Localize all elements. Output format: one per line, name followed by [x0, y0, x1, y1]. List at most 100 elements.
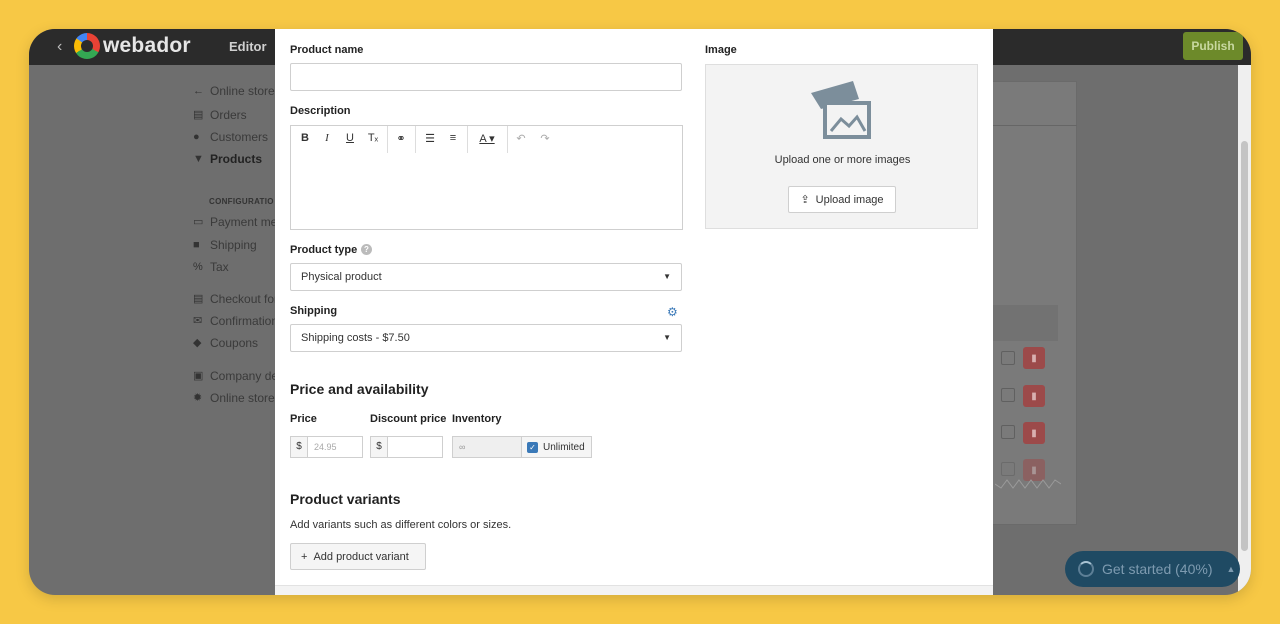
caret-up-icon: ▲ — [1226, 564, 1236, 574]
copy-icon[interactable] — [1001, 425, 1015, 439]
trash-icon[interactable]: ▮ — [1023, 422, 1045, 444]
caret-down-icon: ▼ — [663, 333, 671, 342]
description-editor[interactable] — [290, 153, 683, 230]
scrollbar-thumb[interactable] — [1241, 141, 1248, 551]
shipping-select[interactable]: Shipping costs - $7.50 ▼ — [290, 324, 682, 352]
price-input[interactable]: 24.95 — [308, 436, 363, 458]
discount-price-label: Discount price — [370, 413, 447, 425]
webador-logo-icon — [74, 33, 100, 59]
price-currency: $ — [290, 436, 308, 458]
caret-down-icon: ▼ — [663, 272, 671, 281]
percent-icon: % — [193, 260, 203, 273]
add-product-variant-button[interactable]: + Add product variant — [290, 543, 426, 570]
copy-icon[interactable] — [1001, 351, 1015, 365]
redo-icon[interactable]: ↷ — [537, 132, 553, 145]
arrow-left-icon: ← — [193, 84, 204, 97]
product-type-select[interactable]: Physical product ▼ — [290, 263, 682, 291]
sidebar-item-tax[interactable]: % Tax — [193, 260, 229, 274]
copy-icon[interactable] — [1001, 388, 1015, 402]
background-panel-divider — [992, 125, 1077, 126]
mail-icon: ✉ — [193, 314, 203, 327]
document-icon: ▤ — [193, 292, 204, 305]
sidebar-item-label: Company de — [210, 369, 279, 383]
sidebar-item-label: Online store — [210, 84, 275, 98]
shipping-value: Shipping costs - $7.50 — [301, 332, 410, 344]
product-type-label: Product type — [290, 244, 358, 256]
variants-description: Add variants such as different colors or… — [290, 519, 512, 531]
chevron-left-icon[interactable]: ‹ — [57, 38, 62, 56]
sidebar-config-heading: CONFIGURATIO — [209, 197, 274, 206]
card-icon: ▭ — [193, 215, 204, 228]
discount-price-input[interactable] — [388, 436, 443, 458]
sidebar-item-customers[interactable]: ● Customers — [193, 130, 268, 144]
id-card-icon: ▣ — [193, 369, 204, 382]
product-name-input[interactable] — [290, 63, 682, 91]
sidebar-item-coupons[interactable]: ◆ Coupons — [193, 336, 258, 350]
image-placeholder-icon — [811, 81, 871, 139]
sidebar-item-label: Products — [210, 152, 263, 166]
upload-hint: Upload one or more images — [774, 154, 911, 166]
shipping-label: Shipping — [290, 305, 338, 317]
list-cutoff-zigzag — [995, 479, 1061, 489]
gear-icon: ✹ — [193, 391, 203, 404]
unlimited-label: Unlimited — [543, 441, 585, 453]
modal-footer — [275, 585, 993, 595]
sidebar-item-shipping[interactable]: ■ Shipping — [193, 238, 257, 252]
trash-icon[interactable]: ▮ — [1023, 459, 1045, 481]
bold-icon[interactable]: B — [297, 132, 313, 144]
discount-currency: $ — [370, 436, 388, 458]
tag-icon: ◆ — [193, 336, 202, 349]
variants-section-title: Product variants — [290, 491, 401, 507]
toolbar-divider — [507, 126, 508, 154]
publish-button[interactable]: Publish — [1183, 32, 1243, 60]
product-editor-modal: Product name Description B I U Tₓ ⚭ ☰ ≡ … — [275, 29, 993, 595]
sidebar-item-label: Orders — [210, 108, 247, 122]
help-icon[interactable]: ? — [361, 244, 372, 255]
sidebar-item-checkout-form[interactable]: ▤ Checkout for — [193, 292, 278, 306]
sidebar-item-label: Confirmation — [210, 314, 279, 328]
sidebar-item-online-store[interactable]: ← Online store — [193, 84, 275, 98]
trash-icon[interactable]: ▮ — [1023, 385, 1045, 407]
sidebar-item-online-store-settings[interactable]: ✹ Online store — [193, 391, 275, 405]
document-icon: ▤ — [193, 108, 204, 121]
toolbar-divider — [387, 126, 388, 154]
sidebar-item-payment-methods[interactable]: ▭ Payment met — [193, 215, 281, 229]
description-label: Description — [290, 105, 351, 117]
gear-icon[interactable]: ⚙ — [667, 305, 678, 319]
inventory-input[interactable]: ∞ — [452, 436, 522, 458]
sidebar-item-products[interactable]: ▼ Products — [193, 152, 262, 166]
inventory-label: Inventory — [452, 413, 502, 425]
bullet-list-icon[interactable]: ☰ — [422, 132, 438, 145]
copy-icon[interactable] — [1001, 462, 1015, 476]
truck-icon: ■ — [193, 238, 200, 251]
get-started-button[interactable]: Get started (40%) ▲ — [1065, 551, 1240, 587]
upload-image-button[interactable]: ⇪ Upload image — [788, 186, 896, 213]
plus-icon: + — [301, 550, 308, 563]
image-dropzone[interactable]: Upload one or more images ⇪ Upload image — [705, 64, 978, 229]
clear-format-icon[interactable]: Tₓ — [365, 132, 381, 144]
background-table-header — [992, 305, 1058, 341]
sidebar-item-company-details[interactable]: ▣ Company de — [193, 369, 278, 383]
toolbar-divider — [415, 126, 416, 154]
sidebar-item-label: Shipping — [210, 238, 257, 252]
numbered-list-icon[interactable]: ≡ — [445, 132, 461, 144]
rich-text-toolbar: B I U Tₓ ⚭ ☰ ≡ A ▾ ↶ ↷ — [290, 125, 683, 154]
underline-icon[interactable]: U — [342, 132, 358, 144]
unlimited-toggle[interactable]: ✓ Unlimited — [521, 436, 592, 458]
sidebar-item-confirmation[interactable]: ✉ Confirmation — [193, 314, 278, 328]
upload-icon: ⇪ — [800, 194, 810, 206]
sidebar-item-label: Customers — [210, 130, 269, 144]
sidebar-item-label: Tax — [210, 260, 229, 274]
link-icon[interactable]: ⚭ — [393, 132, 409, 145]
text-color-icon[interactable]: A ▾ — [473, 132, 501, 145]
trash-icon[interactable]: ▮ — [1023, 347, 1045, 369]
sidebar-item-label: Payment met — [210, 215, 281, 229]
progress-ring-icon — [1078, 561, 1094, 577]
sidebar-item-orders[interactable]: ▤ Orders — [193, 108, 247, 122]
brand-name: webador — [103, 34, 191, 57]
checkbox-checked-icon[interactable]: ✓ — [527, 441, 538, 453]
italic-icon[interactable]: I — [319, 132, 335, 144]
editor-link[interactable]: Editor — [229, 39, 267, 54]
add-variant-label: Add product variant — [313, 550, 409, 563]
undo-icon[interactable]: ↶ — [513, 132, 529, 145]
